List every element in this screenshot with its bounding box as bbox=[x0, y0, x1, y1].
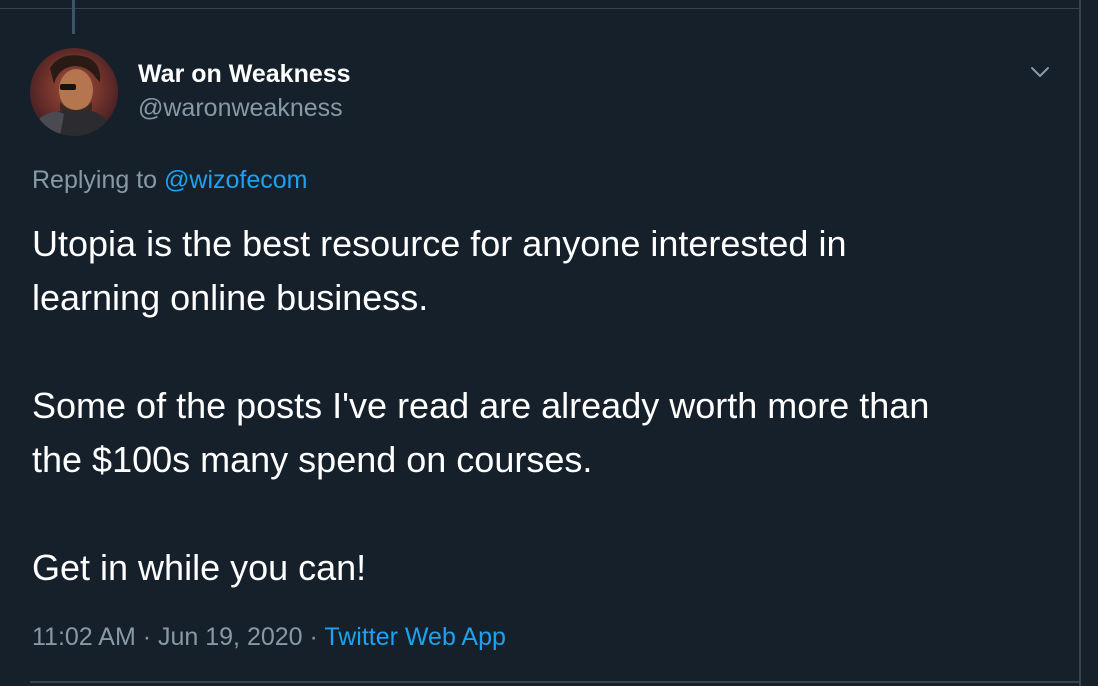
tweet-body-line: the $100s many spend on courses. bbox=[32, 439, 593, 480]
bottom-divider bbox=[30, 681, 1080, 683]
tweet-detail-view: War on Weakness @waronweakness Replying … bbox=[0, 0, 1098, 686]
avatar-image bbox=[30, 48, 118, 136]
top-divider bbox=[0, 0, 1080, 9]
avatar[interactable] bbox=[30, 48, 118, 136]
tweet-date[interactable]: Jun 19, 2020 bbox=[158, 623, 303, 651]
author-handle[interactable]: @waronweakness bbox=[138, 92, 343, 124]
tweet-body-line: learning online business. bbox=[32, 277, 429, 318]
tweet-body-line: Some of the posts I've read are already … bbox=[32, 385, 930, 426]
tweet-time[interactable]: 11:02 AM bbox=[32, 623, 136, 651]
chevron-down-icon bbox=[1031, 67, 1049, 77]
author-display-name[interactable]: War on Weakness bbox=[138, 58, 351, 90]
reply-context-label: Replying to bbox=[32, 166, 165, 194]
meta-separator: · bbox=[135, 623, 158, 651]
reply-mention-link[interactable]: @wizofecom bbox=[164, 166, 307, 194]
tweet-source-link[interactable]: Twitter Web App bbox=[324, 623, 506, 651]
thread-connector-line bbox=[72, 0, 75, 34]
reply-context: Replying to @wizofecom bbox=[32, 164, 308, 196]
meta-separator: · bbox=[302, 623, 325, 651]
tweet-metadata: 11:02 AM · Jun 19, 2020 · Twitter Web Ap… bbox=[32, 620, 506, 654]
column-border bbox=[1079, 0, 1081, 686]
tweet-body-line: Utopia is the best resource for anyone i… bbox=[32, 223, 847, 264]
more-options-button[interactable] bbox=[1024, 56, 1056, 88]
tweet-body-line: Get in while you can! bbox=[32, 547, 367, 588]
